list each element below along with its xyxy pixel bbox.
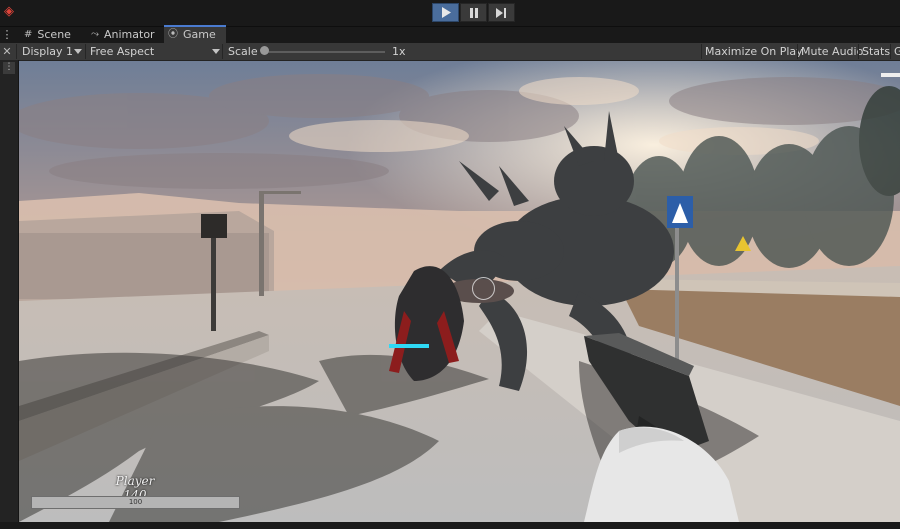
play-icon bbox=[441, 7, 451, 18]
unity-editor-window: ◈ ⋮ # Scene ⤳ Animator ⦿ Game ✕ Display bbox=[0, 0, 900, 529]
crosshair-icon bbox=[472, 277, 495, 300]
status-bar bbox=[0, 522, 900, 529]
grid-icon: # bbox=[24, 29, 33, 40]
tab-scene[interactable]: # Scene bbox=[24, 27, 86, 43]
mute-audio-toggle[interactable]: Mute Audio bbox=[801, 43, 863, 60]
aspect-label: Free Aspect bbox=[90, 45, 155, 58]
pause-icon bbox=[469, 7, 478, 18]
player-health-bar: 100 bbox=[31, 496, 240, 509]
tab-game[interactable]: ⦿ Game bbox=[164, 25, 226, 43]
chevron-down-icon bbox=[212, 49, 220, 54]
game-scene-render bbox=[19, 61, 900, 522]
gizmos-toggle[interactable]: G bbox=[894, 43, 900, 60]
play-button[interactable] bbox=[432, 3, 459, 22]
tab-animator-label: Animator bbox=[104, 28, 155, 41]
step-button[interactable] bbox=[488, 3, 515, 22]
panel-menu-icon[interactable]: ⋮ bbox=[0, 27, 14, 43]
game-viewport[interactable]: Player 140 100 bbox=[19, 61, 900, 522]
game-view-toolbar: ✕ Display 1 Free Aspect Scale 1x Maximiz… bbox=[0, 43, 900, 61]
tab-animator[interactable]: ⤳ Animator bbox=[91, 27, 161, 43]
display-label: Display 1 bbox=[22, 45, 74, 58]
gamepad-icon: ⦿ bbox=[168, 29, 178, 40]
left-side-strip: ⋮ bbox=[0, 60, 19, 529]
chevron-down-icon bbox=[74, 49, 82, 54]
main-toolbar: ◈ bbox=[0, 0, 900, 27]
step-icon bbox=[496, 7, 506, 18]
unity-logo-icon: ◈ bbox=[4, 4, 14, 19]
pause-button[interactable] bbox=[460, 3, 487, 22]
scale-slider-handle[interactable] bbox=[260, 46, 269, 55]
scale-value: 1x bbox=[392, 45, 406, 58]
playmode-controls bbox=[432, 3, 516, 22]
stats-toggle[interactable]: Stats bbox=[862, 43, 890, 60]
tab-game-label: Game bbox=[183, 28, 216, 41]
close-icon[interactable]: ✕ bbox=[0, 43, 14, 60]
maximize-on-play-toggle[interactable]: Maximize On Play bbox=[705, 43, 803, 60]
aspect-dropdown[interactable]: Free Aspect bbox=[90, 43, 218, 60]
animator-icon: ⤳ bbox=[91, 29, 99, 40]
player-health-value: 100 bbox=[128, 498, 143, 506]
tab-scene-label: Scene bbox=[37, 28, 71, 41]
scale-slider[interactable] bbox=[263, 51, 385, 53]
more-options-icon[interactable]: ⋮ bbox=[3, 62, 15, 74]
scale-label: Scale bbox=[228, 45, 258, 58]
enemy-health-bar bbox=[389, 344, 429, 348]
